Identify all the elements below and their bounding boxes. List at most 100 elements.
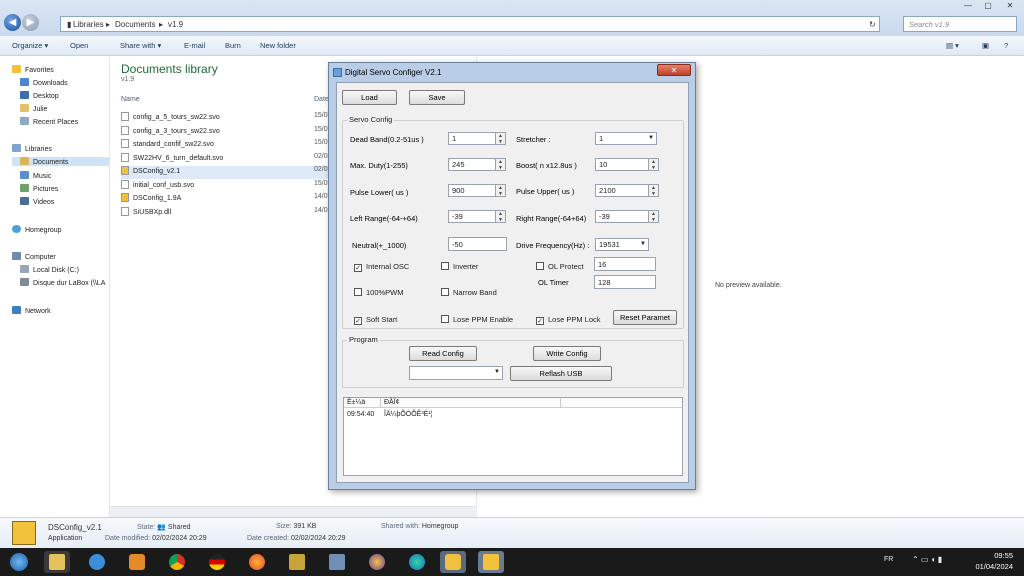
dsconfig-taskbar-button[interactable]	[478, 551, 504, 573]
soft-start-checkbox[interactable]: ✓ Soft Start	[354, 315, 397, 325]
nav-network-drive[interactable]: Disque dur LaBox (\\LA	[20, 278, 105, 287]
security-taskbar-button[interactable]	[440, 551, 466, 573]
read-config-button[interactable]: Read Config	[409, 346, 477, 361]
spinner-arrows-icon[interactable]: ▲ ▼	[495, 184, 506, 197]
breadcrumb-documents[interactable]: Documents	[115, 20, 155, 29]
chrome-taskbar-button[interactable]	[164, 551, 190, 573]
horizontal-scrollbar[interactable]	[110, 506, 477, 517]
nav-videos[interactable]: Videos	[20, 197, 54, 206]
downloads-icon	[20, 78, 29, 86]
nav-local-disk[interactable]: Local Disk (C:)	[20, 265, 79, 274]
log-column-message[interactable]: ÐÅÏ¢	[384, 399, 400, 406]
spinner-arrows-icon[interactable]: ▲ ▼	[648, 210, 659, 223]
load-button[interactable]: Load	[342, 90, 397, 105]
neutral-label: Neutral(+_1000)	[352, 241, 407, 250]
reset-parameters-button[interactable]: Reset Paramet	[613, 310, 677, 325]
nav-computer[interactable]: Computer	[12, 252, 56, 261]
nav-downloads[interactable]: Downloads	[20, 78, 68, 87]
view-options-icon[interactable]: ▤ ▾	[946, 41, 959, 50]
pulse-lower-input[interactable]: 900 ▲ ▼	[448, 184, 506, 197]
dead-band-input[interactable]: 1 ▲ ▼	[448, 132, 506, 145]
maximize-button[interactable]: ▢	[978, 0, 998, 12]
file-name: initial_conf_usb.svo	[133, 181, 195, 189]
new-folder-button[interactable]: New folder	[260, 41, 296, 50]
window-title: Digital Servo Configer V2.1	[345, 68, 442, 77]
log-list[interactable]: Ê±¼ä ÐÅÏ¢ 09:54:40 ÎÄ¼þÕÒÕÊ³É¹¦	[343, 397, 683, 476]
nav-desktop[interactable]: Desktop	[20, 91, 59, 100]
created-value: 02/02/2024 20:29	[290, 535, 346, 542]
nav-network[interactable]: Network	[12, 306, 51, 315]
close-button[interactable]: ✕	[998, 0, 1022, 12]
nav-favorites[interactable]: Favorites	[12, 65, 54, 74]
help-icon[interactable]: ?	[1004, 41, 1008, 50]
nav-libraries[interactable]: Libraries	[12, 144, 52, 153]
back-button[interactable]: ◀	[4, 14, 21, 31]
language-indicator[interactable]: FR	[884, 556, 893, 563]
spinner-arrows-icon[interactable]: ▲ ▼	[495, 132, 506, 145]
nav-homegroup[interactable]: Homegroup	[12, 225, 62, 234]
ol-protect-input[interactable]: 16	[594, 257, 656, 271]
open-button[interactable]: Open	[70, 41, 88, 50]
pulse-upper-input[interactable]: 2100 ▲ ▼	[595, 184, 659, 197]
clock-date[interactable]: 01/04/2024	[967, 562, 1013, 571]
edge-taskbar-button[interactable]	[404, 551, 430, 573]
spinner-arrows-icon[interactable]: ▲ ▼	[648, 184, 659, 197]
media-taskbar-button[interactable]	[124, 551, 150, 573]
column-date[interactable]: Date	[314, 96, 329, 103]
lose-ppm-lock-checkbox[interactable]: ✓ Lose PPM Lock	[536, 315, 601, 325]
tray-icons[interactable]: ⌃ ▭ ◖ ▮	[912, 555, 942, 564]
reflash-usb-button[interactable]: Reflash USB	[510, 366, 612, 381]
spinner-arrows-icon[interactable]: ▲ ▼	[648, 158, 659, 171]
start-button[interactable]	[4, 551, 34, 573]
breadcrumb-v19[interactable]: v1.9	[168, 20, 183, 29]
search-input[interactable]: Search v1.9	[903, 16, 1017, 32]
neutral-input[interactable]: -50	[448, 237, 507, 251]
lose-ppm-enable-checkbox[interactable]: Lose PPM Enable	[441, 315, 513, 324]
ol-protect-checkbox[interactable]: OL Protect	[536, 262, 584, 271]
app2-taskbar-button[interactable]	[364, 551, 390, 573]
max-duty-input[interactable]: 245 ▲ ▼	[448, 158, 506, 171]
inverter-checkbox[interactable]: Inverter	[441, 262, 478, 271]
lang-taskbar-button[interactable]	[204, 551, 230, 573]
ie-taskbar-button[interactable]	[84, 551, 110, 573]
pwm100-checkbox[interactable]: 100%PWM	[354, 288, 404, 297]
modified-value: 02/02/2024 20:29	[152, 535, 207, 542]
right-range-input[interactable]: -39 ▲ ▼	[595, 210, 659, 223]
port-select[interactable]: ▼	[409, 366, 503, 380]
organize-menu[interactable]: Organize ▾	[12, 41, 48, 50]
save-button[interactable]: Save	[409, 90, 465, 105]
address-field[interactable]: ▮ Libraries ▸ Documents ▸ v1.9 ↻	[60, 16, 880, 32]
pulse-lower-label: Pulse Lower( us )	[350, 188, 409, 197]
spinner-arrows-icon[interactable]: ▲ ▼	[495, 158, 506, 171]
virtualbox-taskbar-button[interactable]	[324, 551, 350, 573]
stretcher-select[interactable]: 1 ▼	[595, 132, 657, 145]
refresh-icon[interactable]: ↻	[869, 20, 876, 29]
explorer-taskbar-button[interactable]	[44, 551, 70, 573]
drive-frequency-select[interactable]: 19531 ▼	[595, 238, 649, 251]
email-button[interactable]: E-mail	[184, 41, 205, 50]
left-range-input[interactable]: -39 ▲ ▼	[448, 210, 506, 223]
nav-pictures[interactable]: Pictures	[20, 184, 58, 193]
preview-pane-icon[interactable]: ▣	[982, 41, 989, 50]
narrow-band-checkbox[interactable]: Narrow Band	[441, 288, 497, 297]
column-name[interactable]: Name	[121, 96, 140, 103]
firefox-taskbar-button[interactable]	[244, 551, 270, 573]
close-button[interactable]: ✕	[657, 64, 691, 76]
spinner-arrows-icon[interactable]: ▲ ▼	[495, 210, 506, 223]
share-with-menu[interactable]: Share with ▾	[120, 41, 161, 50]
ol-timer-input[interactable]: 128	[594, 275, 656, 289]
nav-music[interactable]: Music	[20, 171, 51, 180]
nav-julie[interactable]: Julie	[20, 104, 47, 113]
nav-recent-places[interactable]: Recent Places	[20, 117, 78, 126]
internal-osc-checkbox[interactable]: ✓ Internal OSC	[354, 262, 409, 272]
app-taskbar-button[interactable]	[284, 551, 310, 573]
nav-documents[interactable]: Documents	[12, 157, 109, 166]
clock-time[interactable]: 09:55	[975, 551, 1013, 560]
forward-button[interactable]: ▶	[22, 14, 39, 31]
boost-input[interactable]: 10 ▲ ▼	[595, 158, 659, 171]
write-config-button[interactable]: Write Config	[533, 346, 601, 361]
minimize-button[interactable]: —	[958, 0, 978, 12]
burn-button[interactable]: Burn	[225, 41, 241, 50]
breadcrumb-libraries[interactable]: Libraries	[73, 20, 104, 29]
log-column-time[interactable]: Ê±¼ä	[347, 399, 365, 406]
